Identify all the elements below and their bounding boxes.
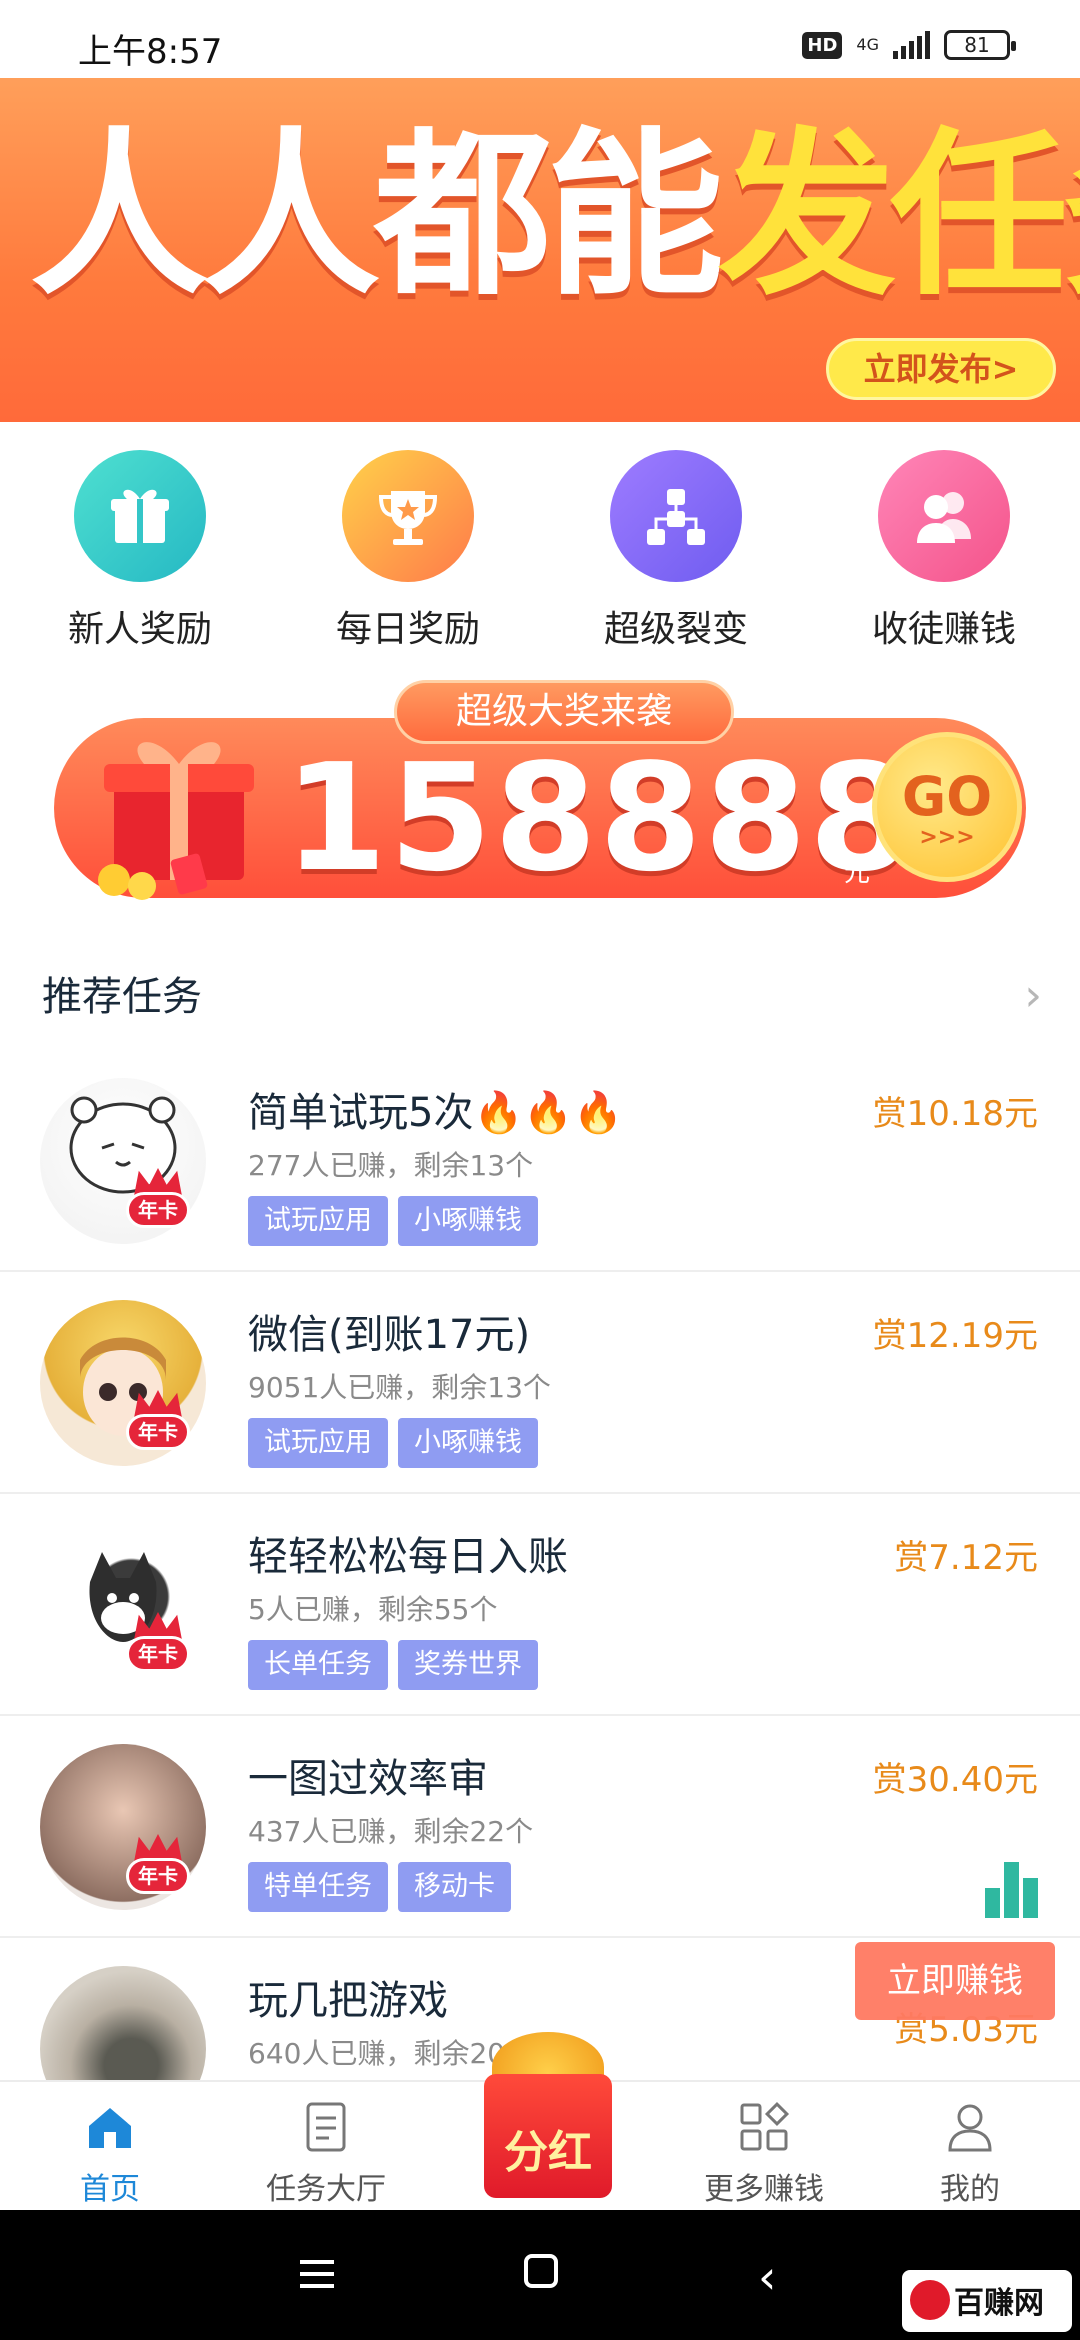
task-row[interactable]: 年卡 一图过效率审 437人已赚，剩余22个 特单任务 移动卡 赏30.40元	[0, 1716, 1080, 1938]
quick-entries: 新人奖励 每日奖励 超级裂变 收徒赚钱	[0, 440, 1080, 660]
dividend-label: 分红	[504, 2127, 592, 2178]
menu-icon[interactable]	[300, 2260, 334, 2296]
tab-more-earning[interactable]: 更多赚钱	[664, 2100, 864, 2208]
annual-card-badge: 年卡	[120, 1168, 196, 1232]
document-icon	[299, 2100, 353, 2154]
task-tag: 奖券世界	[398, 1640, 538, 1690]
task-title: 简单试玩5次🔥🔥🔥	[248, 1090, 623, 1136]
recommended-tasks-header[interactable]: 推荐任务 ›	[0, 950, 1080, 1030]
task-tag: 试玩应用	[248, 1418, 388, 1468]
promo-banner[interactable]: 人人都能发任务 立即发布>	[0, 78, 1080, 422]
task-meta: 277人已赚，剩余13个	[248, 1149, 534, 1182]
task-reward: 赏30.40元	[872, 1760, 1038, 1800]
task-title: 玩几把游戏	[248, 1978, 448, 2024]
home-square-icon[interactable]	[524, 2254, 558, 2288]
annual-card-badge: 年卡	[120, 1612, 196, 1676]
task-row[interactable]: 年卡 微信(到账17元) 9051人已赚，剩余13个 试玩应用 小啄赚钱 赏12…	[0, 1272, 1080, 1494]
banner-title-white: 人人都能	[30, 112, 724, 319]
task-tag: 长单任务	[248, 1640, 388, 1690]
tab-task-hall[interactable]: 任务大厅	[226, 2100, 426, 2208]
tab-mine[interactable]: 我的	[870, 2100, 1070, 2208]
task-meta: 9051人已赚，剩余13个	[248, 1371, 551, 1404]
chevron-right-icon[interactable]: ›	[1024, 970, 1042, 1021]
gift-box-icon	[74, 730, 304, 900]
task-tags: 试玩应用 小啄赚钱	[248, 1196, 538, 1246]
task-reward: 赏12.19元	[872, 1316, 1038, 1356]
section-title: 推荐任务	[42, 974, 202, 1020]
watermark-logo: 百赚网	[902, 2270, 1072, 2332]
fire-icon: 🔥🔥🔥	[473, 1090, 623, 1136]
task-tags: 试玩应用 小啄赚钱	[248, 1418, 538, 1468]
entry-super-fission[interactable]: 超级裂变	[566, 450, 786, 652]
task-tag: 小啄赚钱	[398, 1196, 538, 1246]
task-tag: 移动卡	[398, 1862, 511, 1912]
bar-chart-icon[interactable]	[985, 1862, 1038, 1918]
task-title: 轻轻松松每日入账	[248, 1534, 568, 1580]
watermark-text: 百赚网	[954, 2286, 1044, 2321]
task-tags: 特单任务 移动卡	[248, 1862, 511, 1912]
apps-icon	[737, 2100, 791, 2154]
logo-icon	[910, 2280, 950, 2320]
hierarchy-icon	[610, 450, 742, 582]
status-time: 上午8:57	[78, 32, 223, 72]
task-row[interactable]: 年卡 轻轻松松每日入账 5人已赚，剩余55个 长单任务 奖券世界 赏7.12元	[0, 1494, 1080, 1716]
prize-unit: 元	[844, 858, 871, 888]
tab-label: 任务大厅	[266, 2172, 386, 2207]
status-indicators: HD 4G 81	[802, 30, 1016, 60]
grand-prize-banner[interactable]: 超级大奖来袭 158888 元 GO >>>	[54, 680, 1026, 910]
trophy-icon	[342, 450, 474, 582]
annual-card-badge: 年卡	[120, 1834, 196, 1898]
publish-now-button[interactable]: 立即发布>	[826, 338, 1056, 400]
back-icon[interactable]: ‹	[758, 2250, 776, 2304]
task-title: 一图过效率审	[248, 1756, 488, 1802]
task-tag: 小啄赚钱	[398, 1418, 538, 1468]
tab-label: 更多赚钱	[704, 2172, 824, 2207]
entry-label: 新人奖励	[67, 609, 212, 650]
task-row[interactable]: 年卡 简单试玩5次🔥🔥🔥 277人已赚，剩余13个 试玩应用 小啄赚钱 赏10.…	[0, 1050, 1080, 1272]
annual-card-badge: 年卡	[120, 1390, 196, 1454]
go-label: GO	[901, 765, 993, 828]
banner-title-yellow: 发任务	[718, 112, 1080, 319]
task-meta: 5人已赚，剩余55个	[248, 1593, 498, 1626]
network-type: 4G	[856, 35, 879, 54]
go-button[interactable]: GO >>>	[872, 732, 1022, 882]
signal-icon	[893, 31, 930, 59]
banner-title: 人人都能发任务	[30, 116, 1080, 316]
entry-label: 超级裂变	[603, 609, 748, 650]
go-arrows: >>>	[919, 825, 975, 850]
entry-daily-reward[interactable]: 每日奖励	[298, 450, 518, 652]
task-tag: 试玩应用	[248, 1196, 388, 1246]
entry-newbie-reward[interactable]: 新人奖励	[30, 450, 250, 652]
task-reward: 赏10.18元	[872, 1094, 1038, 1134]
status-bar: 上午8:57 HD 4G 81	[0, 0, 1080, 78]
dividend-button[interactable]: 分红	[478, 2024, 618, 2204]
tab-home[interactable]: 首页	[10, 2100, 210, 2208]
entry-label: 每日奖励	[335, 609, 480, 650]
entry-label: 收徒赚钱	[871, 609, 1016, 650]
task-title: 微信(到账17元)	[248, 1312, 531, 1358]
earn-now-button[interactable]: 立即赚钱	[855, 1942, 1055, 2020]
hd-icon: HD	[802, 31, 843, 59]
tab-label: 我的	[940, 2172, 1000, 2207]
tab-label: 首页	[80, 2172, 140, 2207]
person-icon	[943, 2100, 997, 2154]
gift-icon	[74, 450, 206, 582]
task-meta: 437人已赚，剩余22个	[248, 1815, 534, 1848]
task-reward: 赏7.12元	[894, 1538, 1038, 1578]
task-tags: 长单任务 奖券世界	[248, 1640, 538, 1690]
entry-recruit-earn[interactable]: 收徒赚钱	[834, 450, 1054, 652]
prize-amount: 158888	[284, 732, 914, 904]
home-icon	[83, 2100, 137, 2154]
task-tag: 特单任务	[248, 1862, 388, 1912]
battery-icon: 81	[944, 30, 1016, 60]
users-icon	[878, 450, 1010, 582]
